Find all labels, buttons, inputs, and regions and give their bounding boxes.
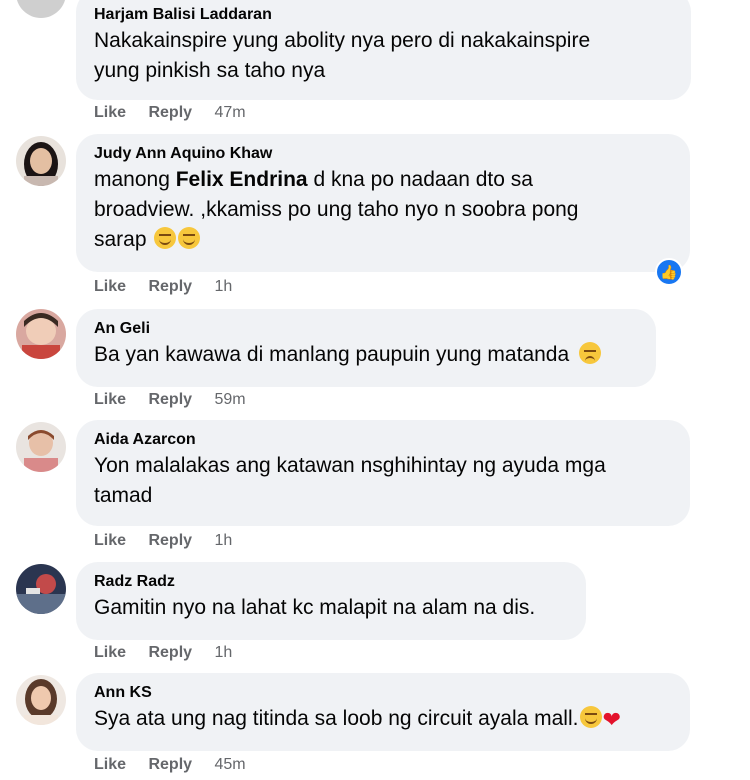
thumbs-up-icon[interactable]: 👍 xyxy=(655,258,683,286)
comment-actions: Like Reply 1h xyxy=(94,643,250,663)
timestamp[interactable]: 59m xyxy=(215,391,246,408)
like-button[interactable]: Like xyxy=(94,532,126,549)
comment-text: yung pinkish sa taho nya xyxy=(94,59,326,82)
reply-button[interactable]: Reply xyxy=(148,532,192,549)
avatar[interactable] xyxy=(16,675,66,725)
comment-actions: Like Reply 1h xyxy=(94,277,250,297)
comment-text: Ba yan kawawa di manlang paupuin yung ma… xyxy=(94,340,638,370)
like-button[interactable]: Like xyxy=(94,391,126,408)
comment-author[interactable]: Ann KS xyxy=(94,682,672,704)
comment-actions: Like Reply 1h xyxy=(94,531,250,551)
reply-button[interactable]: Reply xyxy=(148,756,192,773)
timestamp[interactable]: 1h xyxy=(215,278,233,295)
timestamp[interactable]: 47m xyxy=(215,104,246,121)
timestamp[interactable]: 45m xyxy=(215,756,246,773)
avatar[interactable] xyxy=(16,564,66,614)
comment-text: manong Felix Endrina d kna po nadaan dto… xyxy=(94,168,533,191)
reply-button[interactable]: Reply xyxy=(148,278,192,295)
comment-text: Nakakainspire yung abolity nya pero di n… xyxy=(94,29,591,52)
red-heart-icon: ❤ xyxy=(602,707,621,732)
comment-actions: Like Reply 47m xyxy=(94,103,264,123)
comment-text: Yon malalakas ang katawan nsghihintay ng… xyxy=(94,454,606,477)
comment-bubble: An Geli Ba yan kawawa di manlang paupuin… xyxy=(76,309,656,387)
sad-face-icon xyxy=(579,342,601,364)
comment-text: Gamitin nyo na lahat kc malapit na alam … xyxy=(94,596,536,619)
smiling-face-icon xyxy=(178,227,201,249)
comment-bubble: Radz Radz Gamitin nyo na lahat kc malapi… xyxy=(76,562,586,640)
comment-text: tamad xyxy=(94,484,153,507)
avatar[interactable] xyxy=(16,422,66,472)
reply-button[interactable]: Reply xyxy=(148,391,192,408)
like-button[interactable]: Like xyxy=(94,756,126,773)
like-button[interactable]: Like xyxy=(94,104,126,121)
mention-link[interactable]: Felix Endrina xyxy=(176,168,308,191)
comment-text: sarap xyxy=(94,225,672,255)
timestamp[interactable]: 1h xyxy=(215,532,233,549)
avatar[interactable] xyxy=(16,309,66,359)
smiling-face-icon xyxy=(580,706,603,728)
comment-bubble: Judy Ann Aquino Khaw manong Felix Endrin… xyxy=(76,134,690,272)
comment-author[interactable]: Harjam Balisi Laddaran xyxy=(94,4,673,26)
comment-actions: Like Reply 45m xyxy=(94,755,264,775)
like-button[interactable]: Like xyxy=(94,278,126,295)
reply-button[interactable]: Reply xyxy=(148,104,192,121)
comment-author[interactable]: Judy Ann Aquino Khaw xyxy=(94,143,672,165)
comment-author[interactable]: An Geli xyxy=(94,318,638,340)
like-button[interactable]: Like xyxy=(94,644,126,661)
comment-author[interactable]: Radz Radz xyxy=(94,571,568,593)
timestamp[interactable]: 1h xyxy=(215,644,233,661)
comment-bubble: Harjam Balisi Laddaran Nakakainspire yun… xyxy=(76,0,691,100)
comment-actions: Like Reply 59m xyxy=(94,390,264,410)
comment-text: Sya ata ung nag titinda sa loob ng circu… xyxy=(94,704,672,735)
avatar[interactable] xyxy=(16,0,66,18)
avatar[interactable] xyxy=(16,136,66,186)
comment-bubble: Ann KS Sya ata ung nag titinda sa loob n… xyxy=(76,673,690,751)
comment-author[interactable]: Aida Azarcon xyxy=(94,429,672,451)
comment-text: broadview. ,kkamiss po ung taho nyo n so… xyxy=(94,198,579,221)
comment-bubble: Aida Azarcon Yon malalakas ang katawan n… xyxy=(76,420,690,526)
reply-button[interactable]: Reply xyxy=(148,644,192,661)
smiling-face-icon xyxy=(154,227,177,249)
